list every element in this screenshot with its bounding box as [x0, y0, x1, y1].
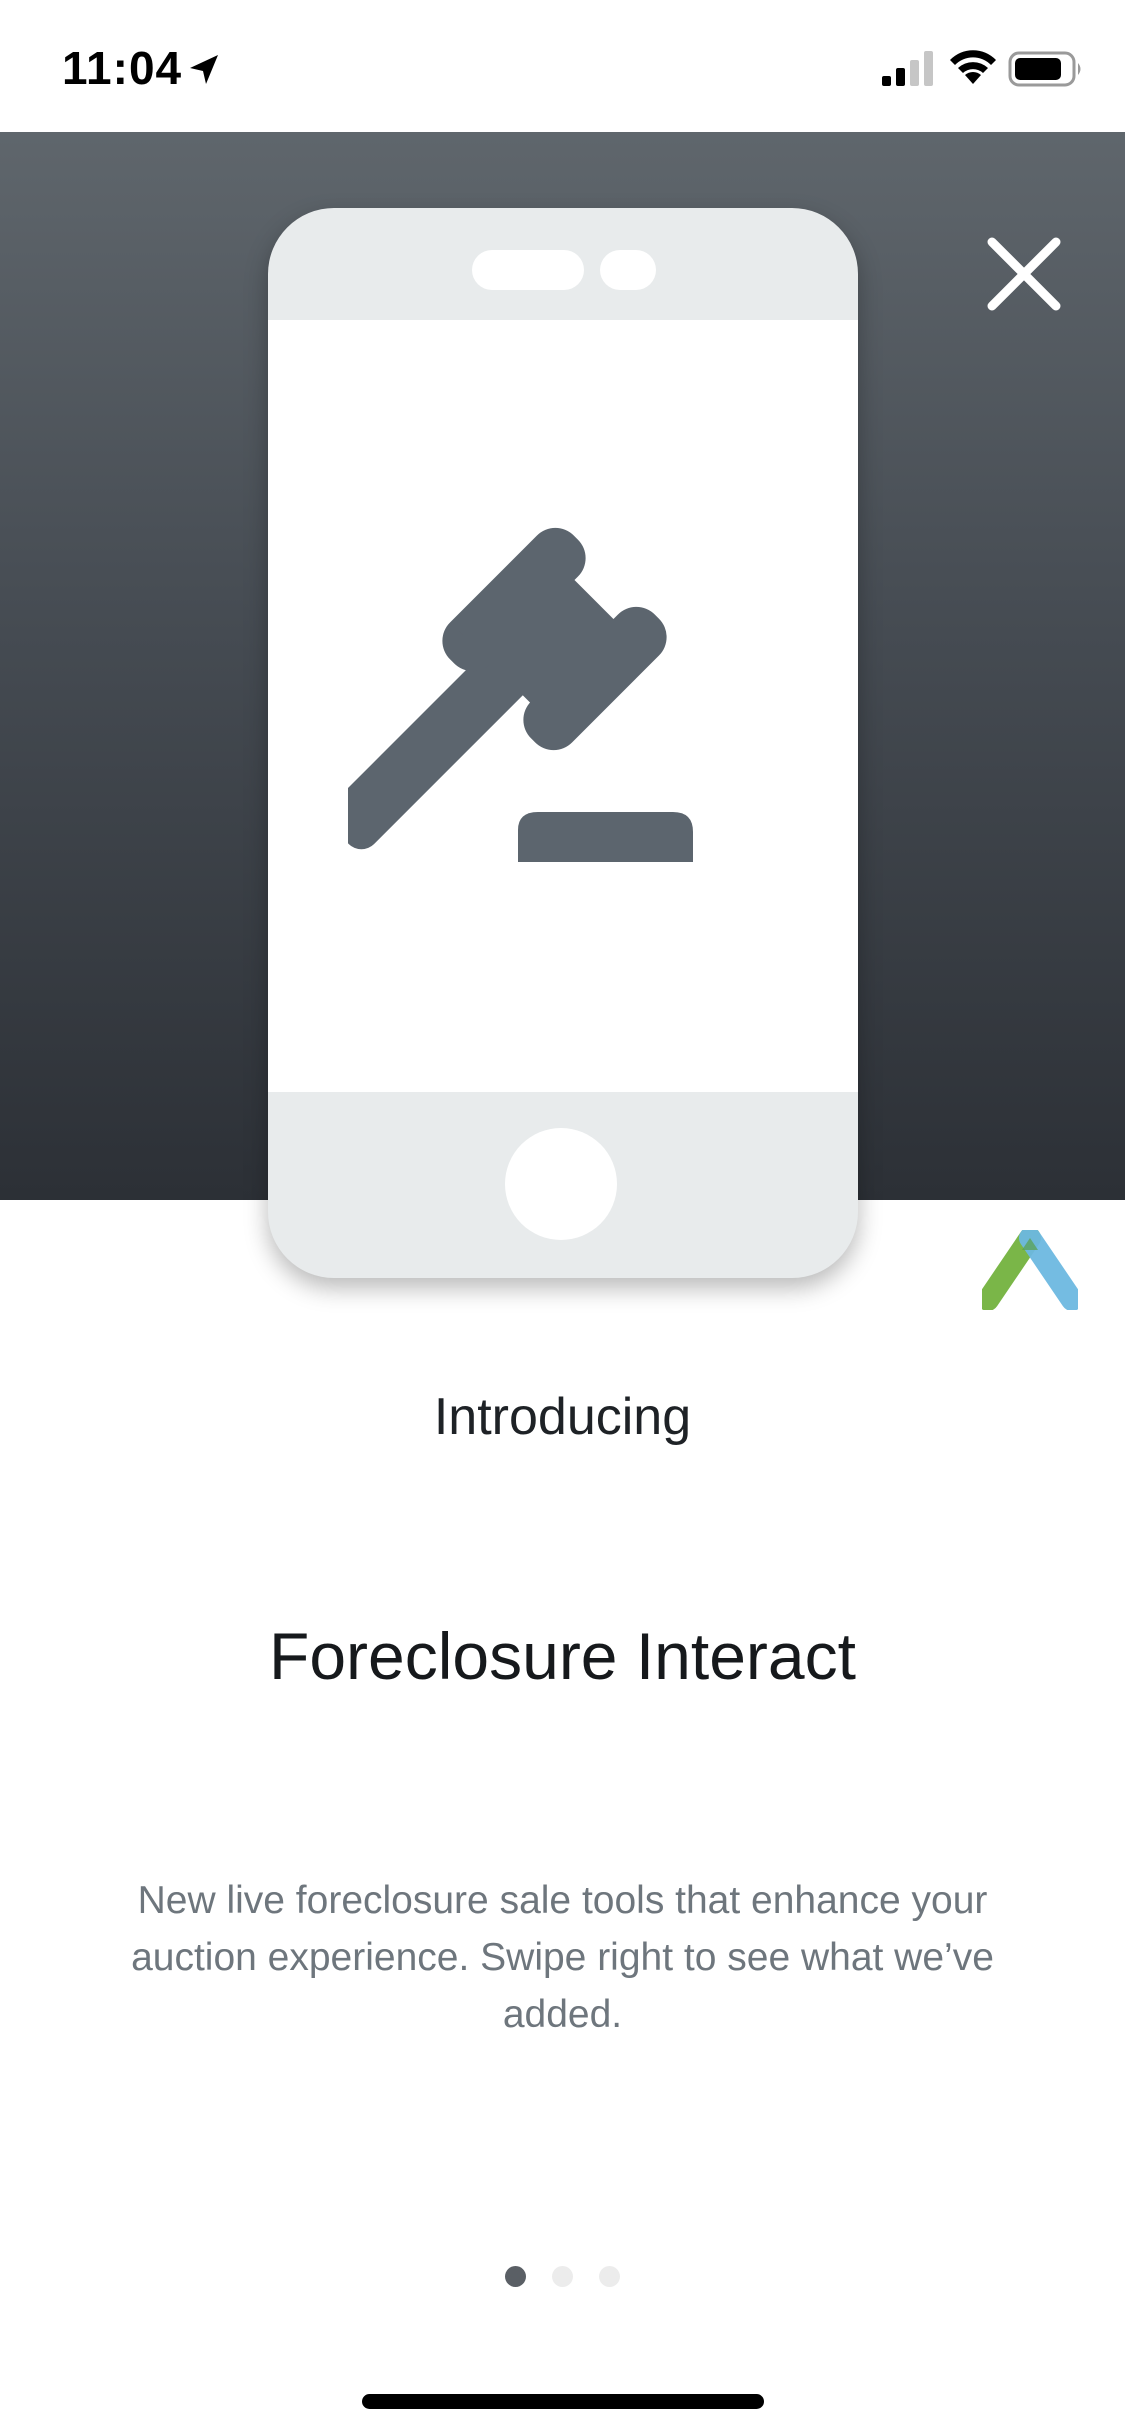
phone-home-button	[505, 1128, 617, 1240]
phone-camera	[600, 250, 656, 290]
phone-screen	[268, 320, 858, 1092]
onboarding-screen: 11:04 Introducing Foreclosure Interact N…	[0, 0, 1125, 2436]
phone-speaker	[472, 250, 584, 290]
cellular-signal-icon	[882, 51, 933, 86]
close-icon[interactable]	[978, 228, 1070, 320]
phone-illustration	[268, 208, 858, 1278]
home-indicator[interactable]	[362, 2394, 764, 2409]
battery-icon	[1008, 51, 1081, 87]
page-dot-3[interactable]	[599, 2266, 620, 2287]
page-dot-1[interactable]	[505, 2266, 526, 2287]
status-time: 11:04	[62, 42, 183, 94]
location-arrow-icon	[190, 55, 218, 84]
feature-description: New live foreclosure sale tools that enh…	[131, 1879, 994, 2036]
wifi-icon	[950, 50, 996, 84]
gavel-icon	[348, 527, 693, 862]
feature-title: Foreclosure Interact	[269, 1619, 856, 1693]
intro-label: Introducing	[433, 1388, 692, 1446]
page-indicator	[0, 2266, 1125, 2292]
page-dot-2[interactable]	[552, 2266, 573, 2287]
brand-logo-icon	[982, 1230, 1078, 1310]
status-bar: 11:04	[0, 0, 1125, 132]
